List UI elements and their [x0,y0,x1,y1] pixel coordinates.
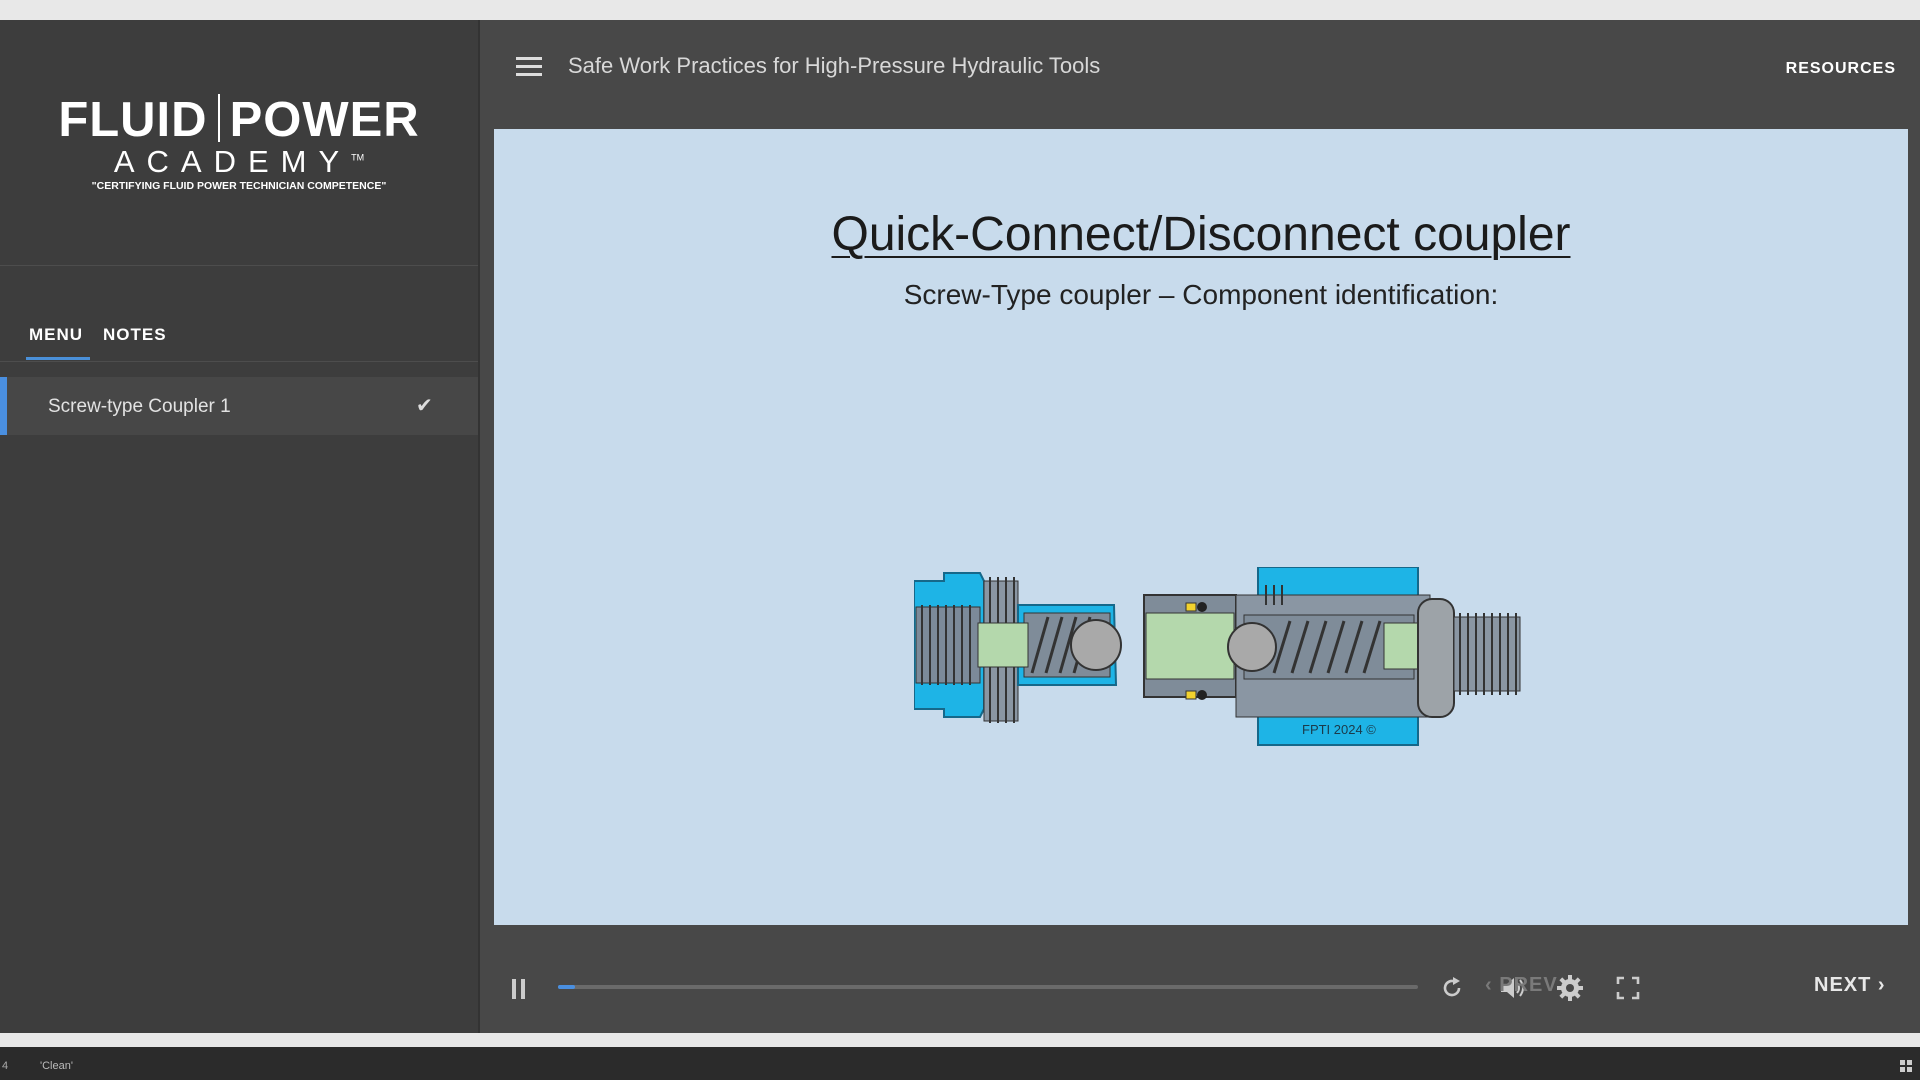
window-top-strip [0,0,1920,20]
male-coupler-half [914,572,1122,723]
logo-divider [217,94,220,142]
next-label: NEXT [1814,974,1872,996]
female-coupler-half: FPTI 2024 © [1143,567,1521,746]
player-controls: ‹ PREV NEXT › [480,960,1920,1020]
chevron-left-icon: ‹ [1485,974,1493,996]
status-number: 4 [2,1060,9,1072]
fpti-watermark: FPTI 2024 © [1302,722,1376,737]
next-button[interactable]: NEXT › [1814,974,1886,997]
replay-icon[interactable] [1440,976,1464,1000]
check-icon: ✔ [416,395,433,417]
main-panel: Safe Work Practices for High-Pressure Hy… [480,20,1920,1033]
tab-menu[interactable]: MENU [29,325,83,345]
logo-tagline: "CERTIFYING FLUID POWER TECHNICIAN COMPE… [91,180,387,192]
coupler-diagram: FPTI 2024 © [914,567,1521,746]
logo-title: FLUID POWER [0,92,478,148]
tab-notes[interactable]: NOTES [103,325,167,345]
active-item-accent [0,377,7,435]
sidebar-item-screw-type-coupler-1[interactable]: Screw-type Coupler 1 ✔ [0,377,478,435]
window-bottom-strip [0,1033,1920,1047]
sidebar-tabs: MENU NOTES [0,266,478,362]
progress-bar[interactable] [558,985,1418,989]
logo-word-power: POWER [229,93,420,147]
slide-canvas: Quick-Connect/Disconnect coupler Screw-T… [494,129,1908,925]
active-tab-indicator [26,357,90,360]
logo: FLUID POWER ACADEMYTM "CERTIFYING FLUID P… [0,20,478,266]
pause-icon[interactable] [510,978,528,1000]
sidebar-item-label: Screw-type Coupler 1 [48,396,231,417]
sidebar: FLUID POWER ACADEMYTM "CERTIFYING FLUID P… [0,20,480,1033]
slide-title: Quick-Connect/Disconnect coupler [831,208,1571,261]
prev-label: PREV [1499,974,1558,996]
prev-button[interactable]: ‹ PREV [1485,974,1558,997]
logo-word-academy: ACADEMY [113,144,352,179]
status-bar: 4 'Clean' [0,1047,1920,1080]
course-title: Safe Work Practices for High-Pressure Hy… [568,53,1101,78]
fullscreen-icon[interactable] [1616,976,1640,1000]
chevron-right-icon: › [1877,974,1886,996]
hamburger-icon[interactable] [516,57,542,77]
resources-button[interactable]: RESOURCES [1786,60,1896,78]
logo-academy: ACADEMYTM [0,144,478,180]
progress-fill [558,985,576,989]
logo-trademark: TM [351,152,365,163]
status-label: 'Clean' [40,1060,73,1072]
grid-icon[interactable] [1900,1060,1912,1072]
logo-word-fluid: FLUID [58,93,208,147]
settings-icon[interactable] [1556,974,1584,1002]
slide-subtitle: Screw-Type coupler – Component identific… [903,279,1499,310]
